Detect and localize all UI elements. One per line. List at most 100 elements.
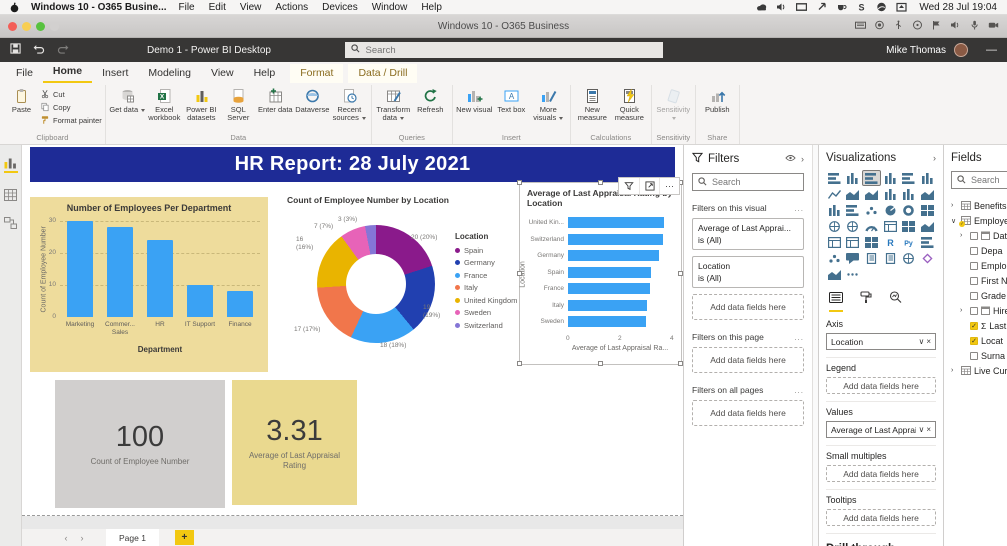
field-item-employees[interactable]: ∨✓Employees xyxy=(951,213,1007,228)
browser-icon[interactable] xyxy=(876,2,887,12)
avatar[interactable] xyxy=(954,43,968,57)
chevron-down-icon[interactable]: ∨ xyxy=(918,425,924,434)
next-page-icon[interactable]: › xyxy=(74,533,90,543)
matrix-visual-icon[interactable] xyxy=(863,235,880,249)
search-input[interactable] xyxy=(365,44,657,56)
r-script-visual-icon[interactable]: R xyxy=(882,235,899,249)
legend-item-spain[interactable]: Spain xyxy=(455,244,517,257)
report-canvas[interactable]: HR Report: 28 July 2021 ··· Number of Em… xyxy=(22,145,683,546)
line-and-clustered-column-chart-icon[interactable] xyxy=(901,187,918,201)
dataverse-button[interactable]: Dataverse xyxy=(294,85,331,132)
filter-card-location[interactable]: Location is (All) xyxy=(692,256,804,288)
new-visual-button[interactable]: New visual xyxy=(456,85,493,132)
ribbon-tab-format[interactable]: Format xyxy=(290,64,344,83)
microphone-icon[interactable] xyxy=(969,17,980,35)
field-checkbox[interactable] xyxy=(970,306,978,315)
field-item-grade[interactable]: Grade xyxy=(951,288,1007,303)
flag-icon[interactable] xyxy=(931,17,942,35)
metrics-visual-icon[interactable] xyxy=(919,251,936,265)
scatter-chart-icon[interactable] xyxy=(863,203,880,217)
field-checkbox[interactable] xyxy=(970,276,978,285)
expander-icon[interactable]: ∨ xyxy=(951,217,958,225)
expander-icon[interactable]: › xyxy=(960,232,967,239)
gauge-icon[interactable] xyxy=(863,219,880,233)
field-item-surna[interactable]: Surna xyxy=(951,348,1007,363)
ribbon-chart-icon[interactable] xyxy=(919,187,936,201)
bar-united-kin-[interactable] xyxy=(568,217,665,228)
selection-handle[interactable] xyxy=(678,271,683,276)
more-options-icon[interactable]: ... xyxy=(794,386,804,395)
field-item-locat[interactable]: ✓ Locat xyxy=(951,333,1007,348)
zoom-window-button[interactable] xyxy=(36,21,45,31)
field-checkbox[interactable] xyxy=(970,261,978,270)
collapse-panel-icon[interactable]: › xyxy=(801,154,804,164)
fields-search-input[interactable] xyxy=(971,175,1007,185)
field-pill-location[interactable]: Location ∨ × xyxy=(826,333,936,350)
donut-chart-location[interactable]: Count of Employee Number by Location 20 (… xyxy=(280,190,520,368)
window-capture-icon[interactable] xyxy=(896,2,907,12)
power-bi-datasets-button[interactable]: Power BI datasets xyxy=(183,85,220,132)
new-page-button[interactable]: + xyxy=(174,530,194,545)
line-chart-icon[interactable] xyxy=(826,187,843,201)
100-stacked-column-chart-icon[interactable] xyxy=(919,171,936,185)
selection-handle[interactable] xyxy=(517,361,522,366)
tab-format[interactable] xyxy=(860,290,872,312)
record-icon[interactable] xyxy=(874,17,885,35)
more-options-icon[interactable]: ... xyxy=(794,333,804,342)
q-and-a-visual-icon[interactable] xyxy=(845,251,862,265)
field-item-hire-d[interactable]: › Hire D xyxy=(951,303,1007,318)
fields-search[interactable] xyxy=(951,171,1007,189)
kpi-visual-icon[interactable] xyxy=(919,219,936,233)
area-chart-icon[interactable] xyxy=(845,187,862,201)
mac-menu-window[interactable]: Window xyxy=(372,2,408,13)
bar-germany[interactable] xyxy=(568,250,659,261)
bar-it-support[interactable] xyxy=(187,285,213,317)
tab-analytics[interactable] xyxy=(889,290,902,312)
field-checkbox[interactable]: ✓ xyxy=(970,321,978,330)
selection-handle[interactable] xyxy=(517,180,522,185)
stacked-area-chart-icon[interactable] xyxy=(863,187,880,201)
ribbon-tab-modeling[interactable]: Modeling xyxy=(138,64,201,83)
eye-icon[interactable] xyxy=(785,153,796,165)
filters-search[interactable] xyxy=(692,173,804,191)
ribbon-tab-data-drill[interactable]: Data / Drill xyxy=(348,64,418,83)
filter-card-average-of-last-apprai-[interactable]: Average of Last Apprai... is (All) xyxy=(692,218,804,250)
usb-icon[interactable] xyxy=(893,17,904,35)
bar-commer-sales[interactable] xyxy=(107,227,133,317)
add-data-fields-dropzone[interactable]: Add data fields here xyxy=(826,509,936,526)
field-item-benefits[interactable]: › Benefits xyxy=(951,198,1007,213)
treemap-icon[interactable] xyxy=(919,203,936,217)
volume-icon[interactable] xyxy=(776,2,787,12)
get-data-button[interactable]: Get data xyxy=(109,85,146,132)
pie-chart-icon[interactable] xyxy=(882,203,899,217)
more-options-icon[interactable]: ... xyxy=(794,204,804,213)
field-checkbox[interactable] xyxy=(970,291,978,300)
table-visual-icon[interactable] xyxy=(845,235,862,249)
cd-icon[interactable] xyxy=(912,17,923,35)
tab-fields[interactable] xyxy=(829,290,843,312)
save-icon[interactable] xyxy=(10,43,21,57)
card-avg-appraisal[interactable]: 3.31 Average of Last Appraisal Rating xyxy=(232,380,357,505)
field-item-first-n[interactable]: First N xyxy=(951,273,1007,288)
quick-measure-button[interactable]: Quick measure xyxy=(611,85,648,132)
field-checkbox[interactable] xyxy=(970,231,978,240)
filled-map-icon[interactable] xyxy=(845,219,862,233)
power-automate-visual-icon[interactable] xyxy=(826,267,843,281)
stacked-column-chart-icon[interactable] xyxy=(845,171,862,185)
map-icon[interactable] xyxy=(826,219,843,233)
expander-icon[interactable]: › xyxy=(951,202,958,209)
mac-menu-devices[interactable]: Devices xyxy=(322,2,358,13)
smart-narrative-icon[interactable] xyxy=(863,251,880,265)
camera-icon[interactable] xyxy=(988,17,999,35)
stacked-bar-chart-icon[interactable] xyxy=(826,171,843,185)
shortcuts-icon[interactable]: S xyxy=(856,2,867,13)
bar-chart-departments[interactable]: Number of Employees Per Department Count … xyxy=(30,197,268,372)
donut-chart-icon[interactable] xyxy=(901,203,918,217)
waterfall-chart-icon[interactable] xyxy=(826,203,843,217)
focus-mode-icon[interactable] xyxy=(639,178,659,194)
more-visuals-button[interactable]: More visuals xyxy=(530,85,567,132)
transform-data-button[interactable]: Transform data xyxy=(375,85,412,132)
minimize-window-button[interactable] xyxy=(22,21,31,31)
report-view-icon[interactable] xyxy=(3,157,19,173)
legend-item-germany[interactable]: Germany xyxy=(455,257,517,270)
